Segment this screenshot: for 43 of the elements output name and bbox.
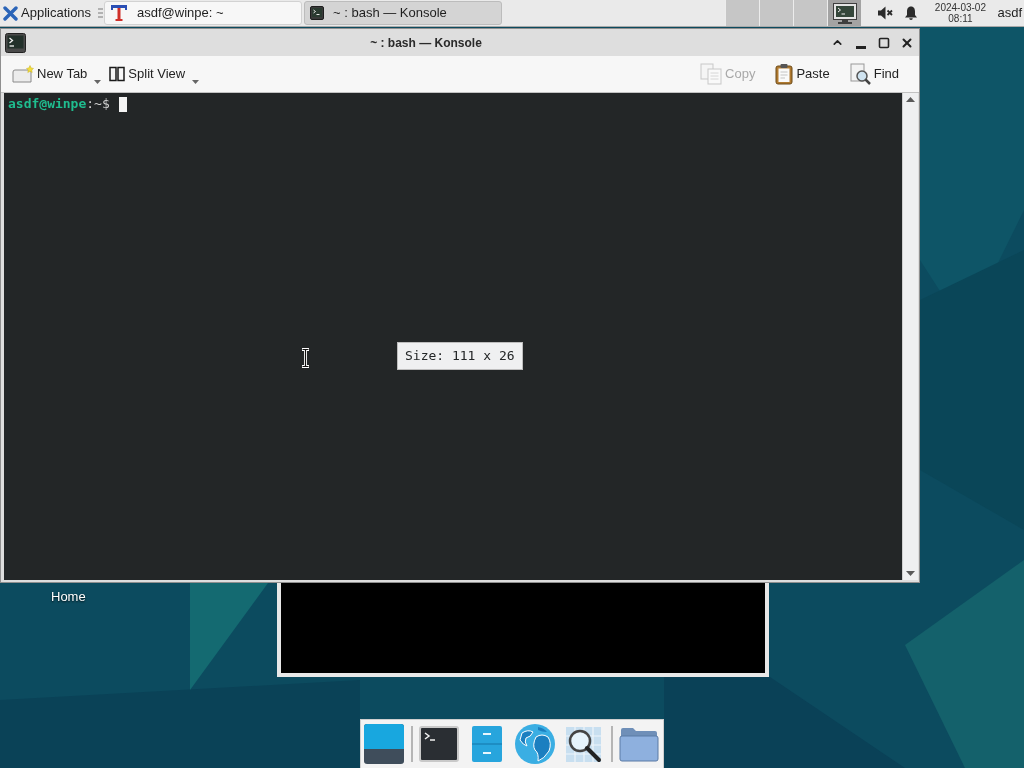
clock-button[interactable]: 2024-03-02 08:11	[929, 0, 992, 26]
terminal-area[interactable]: asdf@winpe:~$ Size: 111 x 26	[4, 93, 902, 580]
show-desktop-icon[interactable]	[363, 723, 405, 765]
toolbar-button[interactable]: New Tab	[8, 59, 106, 89]
text-cursor-icon	[301, 348, 310, 368]
scroll-up-icon[interactable]	[906, 97, 915, 102]
user-menu-button[interactable]: asdf	[997, 0, 1024, 26]
globe-icon[interactable]	[514, 723, 556, 765]
terminal-icon	[5, 32, 26, 53]
new-tab-icon	[12, 65, 34, 83]
file-cabinet-icon[interactable]	[471, 725, 503, 763]
size-tooltip: Size: 111 x 26	[397, 342, 523, 370]
close-icon	[899, 35, 914, 50]
toolbar-button[interactable]: Find	[845, 59, 903, 89]
minimize-icon	[855, 45, 866, 49]
grip-icon	[98, 8, 103, 18]
shell-prompt: asdf@winpe:~$	[8, 96, 110, 112]
x-logo-icon	[3, 5, 18, 21]
scroll-down-icon[interactable]	[906, 571, 915, 576]
workspace-button[interactable]	[827, 0, 862, 26]
t-logo-icon	[110, 4, 128, 22]
toolbar-button[interactable]: Split View	[105, 59, 204, 89]
window-title: ~ : bash — Konsole	[369, 34, 483, 52]
terminal-icon[interactable]	[419, 726, 459, 762]
split-view-icon	[109, 66, 126, 82]
monitor-icon	[832, 2, 857, 24]
terminal-icon	[310, 6, 324, 20]
taskbar-button[interactable]: asdf@winpe: ~	[104, 1, 302, 25]
scrollbar-track[interactable]	[902, 93, 918, 580]
applications-menu-button[interactable]: Applications	[0, 0, 97, 26]
caret-down-icon	[94, 80, 102, 84]
taskbar-button[interactable]: ~ : bash — Konsole	[304, 1, 502, 25]
desktop-icon-label[interactable]: Home	[48, 587, 89, 607]
block-cursor-icon	[118, 96, 127, 112]
bell-icon	[904, 5, 919, 21]
magnifier-icon[interactable]	[565, 725, 602, 763]
toolbar-button[interactable]: Paste	[771, 59, 834, 89]
maximize-icon	[877, 36, 890, 49]
clipboard-icon	[775, 63, 794, 85]
folder-icon[interactable]	[619, 726, 659, 762]
find-icon	[849, 63, 871, 85]
caret-down-icon	[192, 80, 200, 84]
copy-icon	[700, 63, 723, 85]
